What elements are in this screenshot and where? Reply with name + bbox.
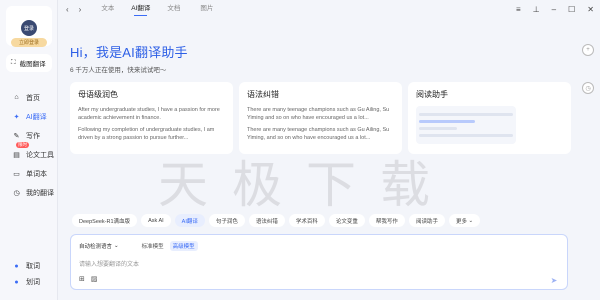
right-rail: + ◷ — [582, 44, 594, 94]
card-title: 语法纠错 — [247, 90, 279, 99]
preview-line — [419, 113, 513, 116]
card-native-polish[interactable]: 母语级润色 After my undergraduate studies, I … — [70, 82, 233, 154]
sidebar-nav: ⌂ 首页 ✦ AI翻译 ✎ 写作 限时 ▤ 论文工具 ▭ 单词本 ◷ 我的翻译 — [0, 88, 58, 202]
chip-academic-wiki[interactable]: 学术百科 — [288, 214, 325, 227]
sidebar-item-home[interactable]: ⌂ 首页 — [0, 88, 58, 107]
menu-icon[interactable]: ≡ — [516, 5, 521, 14]
reading-preview-illustration — [416, 106, 516, 144]
composer-tools: ⊞ ▨ — [79, 275, 98, 283]
model-standard[interactable]: 标准模型 — [139, 241, 167, 251]
model-switch: 标准模型 高级模型 — [139, 241, 198, 251]
forward-icon[interactable]: › — [79, 5, 82, 14]
sidebar: 登录 立即登录 ⛶ 截图翻译 ⌂ 首页 ✦ AI翻译 ✎ 写作 限时 ▤ 论文工… — [0, 0, 58, 300]
sidebar-item-label: 写作 — [26, 132, 40, 140]
chip-ai-translate[interactable]: AI翻译 — [174, 214, 205, 227]
send-icon[interactable]: ➤ — [549, 275, 559, 285]
sidebar-item-label: 取词 — [26, 263, 40, 270]
chip-more-label: 更多 — [455, 218, 467, 225]
feature-cards: 母语级润色 After my undergraduate studies, I … — [70, 82, 571, 154]
screenshot-translate-button[interactable]: ⛶ 截图翻译 — [6, 54, 52, 72]
document-icon: ▤ — [13, 151, 20, 159]
preview-line — [419, 134, 513, 137]
card-title: 阅读助手 — [416, 90, 448, 99]
history-icon[interactable]: ◷ — [582, 82, 594, 94]
chevron-down-icon: ⌄ — [114, 243, 119, 249]
chip-deepseek[interactable]: DeepSeek-R1满血版 — [72, 214, 138, 227]
chip-more[interactable]: 更多 ⌄ — [448, 214, 481, 227]
model-advanced[interactable]: 高级模型 — [169, 241, 198, 251]
sidebar-item-writing[interactable]: ✎ 写作 — [0, 126, 58, 145]
ai-icon: ✦ — [13, 113, 20, 121]
new-chat-icon[interactable]: + — [582, 44, 594, 56]
crop-icon: ⛶ — [11, 59, 16, 66]
chip-help-write[interactable]: 帮我写作 — [368, 214, 405, 227]
chip-ask-ai[interactable]: Ask AI — [141, 214, 171, 227]
hero: Hi，我是AI翻译助手 6 千万人正在使用，快来试试吧～ — [70, 42, 188, 74]
sidebar-bottom: ● 取词 ● 划词 — [0, 258, 58, 290]
screenshot-translate-label: 截图翻译 — [19, 61, 46, 68]
sidebar-item-label: 首页 — [26, 94, 40, 102]
word-pick-toggle[interactable]: ● 取词 — [0, 258, 58, 274]
limited-time-badge: 限时 — [16, 142, 29, 148]
history-nav: ‹ › — [58, 5, 81, 14]
translation-input[interactable]: 请输入想要翻译的文本 — [79, 259, 139, 268]
image-icon[interactable]: ▨ — [91, 275, 98, 283]
tab-image[interactable]: 图片 — [190, 0, 223, 18]
card-example-after: Following my completion of undergraduate… — [78, 127, 215, 141]
preview-line — [419, 120, 476, 123]
sidebar-item-label: AI翻译 — [26, 113, 47, 121]
language-select-value: 自动检测语言 — [79, 244, 113, 250]
user-panel[interactable]: 登录 立即登录 — [6, 6, 52, 47]
window-controls: ≡ ⊥ – ☐ ✕ — [516, 0, 594, 18]
sidebar-item-ai-translate[interactable]: ✦ AI翻译 — [0, 107, 58, 126]
preview-line — [419, 127, 457, 130]
sidebar-item-paper-tools[interactable]: 限时 ▤ 论文工具 — [0, 142, 58, 164]
sidebar-item-my-translations[interactable]: ◷ 我的翻译 — [0, 183, 58, 202]
card-reading-assistant[interactable]: 阅读助手 — [408, 82, 571, 154]
pen-icon: ✎ — [13, 132, 20, 140]
maximize-icon[interactable]: ☐ — [568, 5, 575, 14]
language-select[interactable]: 自动检测语言 ⌄ — [79, 242, 119, 250]
chip-reading-assistant[interactable]: 阅读助手 — [408, 214, 445, 227]
card-grammar-fix[interactable]: 语法纠错 There are many teenage champions su… — [239, 82, 402, 154]
sidebar-item-wordbook[interactable]: ▭ 单词本 — [0, 164, 58, 183]
tab-ai-translate[interactable]: AI翻译 — [124, 0, 157, 18]
sidebar-item-label: 划词 — [26, 279, 40, 286]
pin-icon[interactable]: ⊥ — [533, 5, 540, 14]
history-icon: ◷ — [13, 189, 20, 197]
sidebar-item-label: 我的翻译 — [26, 189, 54, 197]
watermark: 天极下载 — [158, 156, 454, 214]
select-translate-toggle[interactable]: ● 划词 — [0, 274, 58, 290]
login-button[interactable]: 立即登录 — [11, 38, 47, 47]
topbar: ‹ › 文本 AI翻译 文档 图片 ≡ ⊥ – ☐ ✕ — [58, 0, 600, 18]
chip-sentence-polish[interactable]: 句子润色 — [208, 214, 245, 227]
toggle-icon: ● — [14, 262, 19, 270]
tab-document[interactable]: 文档 — [157, 0, 190, 18]
minimize-icon[interactable]: – — [552, 5, 556, 14]
translation-composer[interactable]: 自动检测语言 ⌄ 标准模型 高级模型 请输入想要翻译的文本 ⊞ ▨ ➤ — [70, 234, 568, 290]
page-title: Hi，我是AI翻译助手 — [70, 45, 188, 60]
composer-options: 自动检测语言 ⌄ 标准模型 高级模型 — [79, 241, 198, 251]
card-example-before: After my undergraduate studies, I have a… — [78, 107, 220, 121]
book-icon: ▭ — [13, 170, 20, 178]
quick-action-chips: DeepSeek-R1满血版 Ask AI AI翻译 句子润色 语法纠错 学术百… — [72, 214, 481, 227]
avatar[interactable]: 登录 — [21, 20, 37, 36]
chevron-down-icon: ⌄ — [466, 217, 474, 224]
home-icon: ⌂ — [14, 94, 19, 101]
card-title: 母语级润色 — [78, 90, 118, 99]
attach-file-icon[interactable]: ⊞ — [79, 275, 85, 283]
sidebar-item-label: 论文工具 — [26, 151, 54, 159]
chip-grammar-fix[interactable]: 语法纠错 — [248, 214, 285, 227]
chip-paper-rewrite[interactable]: 论文变重 — [328, 214, 365, 227]
tab-text[interactable]: 文本 — [91, 0, 124, 18]
sidebar-item-label: 单词本 — [26, 170, 47, 178]
close-icon[interactable]: ✕ — [587, 5, 594, 14]
card-example-after: There are many teenage champions such as… — [247, 127, 390, 141]
toggle-icon: ● — [14, 278, 19, 286]
card-example-before: There are many teenage champions such as… — [247, 107, 390, 121]
back-icon[interactable]: ‹ — [66, 5, 69, 14]
mode-tabs: 文本 AI翻译 文档 图片 — [91, 0, 223, 18]
page-subtitle: 6 千万人正在使用，快来试试吧～ — [70, 67, 167, 74]
